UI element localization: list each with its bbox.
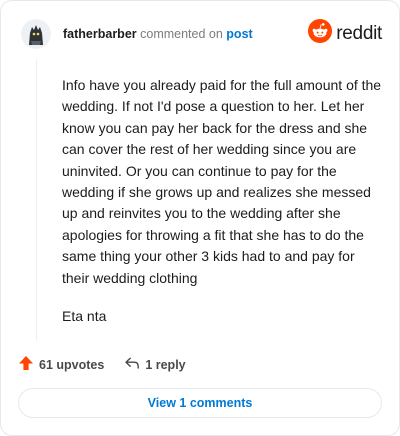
comment-actions: 61 upvotes 1 reply — [18, 355, 186, 374]
reply-count: 1 reply — [145, 357, 186, 372]
reddit-logo-icon — [308, 19, 333, 48]
comment-paragraph: Info have you already paid for the full … — [62, 77, 382, 286]
upvote-arrow-icon — [18, 355, 34, 374]
action-text: commented on — [140, 27, 223, 41]
reply-icon — [124, 355, 140, 374]
comment-body: Info have you already paid for the full … — [62, 75, 382, 344]
upvote-count: 61 upvotes — [39, 357, 105, 372]
avatar[interactable] — [21, 19, 51, 49]
comment-card: fatherbarber commented on post reddit In… — [0, 0, 400, 436]
view-comments-button[interactable]: View 1 comments — [18, 388, 382, 418]
view-comments-label: View 1 comments — [147, 396, 253, 410]
comment-paragraph: Eta nta — [62, 308, 107, 325]
thread-line[interactable] — [36, 59, 37, 341]
upvote-button[interactable]: 61 upvotes — [18, 355, 104, 374]
username-link[interactable]: fatherbarber — [63, 27, 137, 41]
reply-button[interactable]: 1 reply — [124, 355, 186, 374]
reddit-wordmark: reddit — [336, 22, 382, 44]
comment-meta: fatherbarber commented on post — [63, 27, 253, 41]
reddit-brand[interactable]: reddit — [308, 19, 382, 48]
post-link[interactable]: post — [226, 27, 252, 41]
